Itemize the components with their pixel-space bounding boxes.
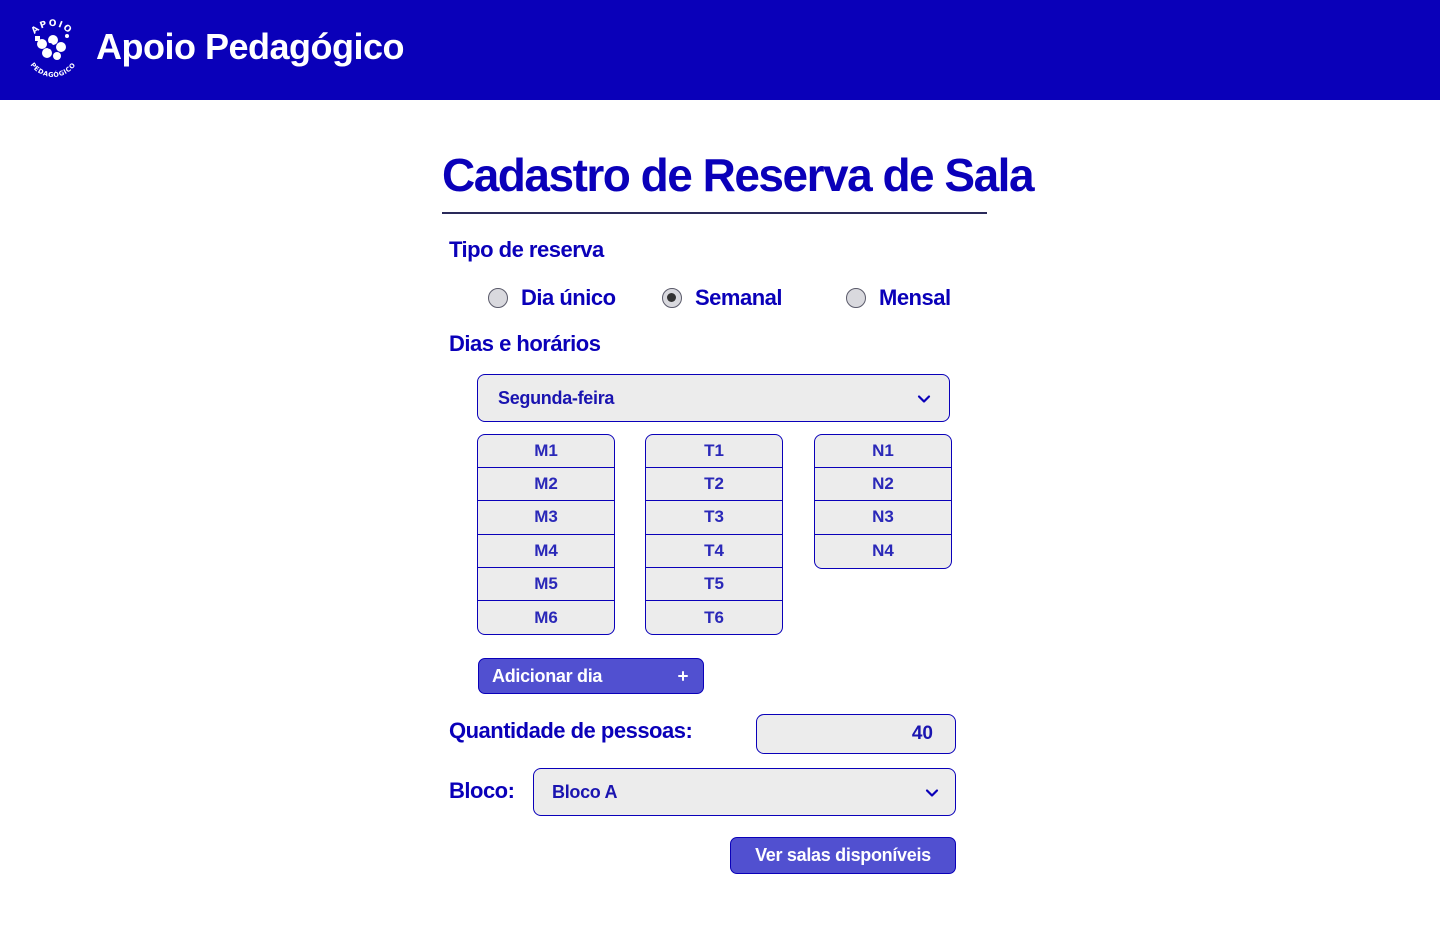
radio-dia-unico[interactable]: Dia único bbox=[488, 284, 616, 312]
slot-m6[interactable]: M6 bbox=[478, 601, 614, 634]
block-select-value: Bloco A bbox=[552, 781, 618, 802]
slot-t3[interactable]: T3 bbox=[646, 501, 782, 535]
block-label: Bloco: bbox=[449, 778, 515, 803]
people-count-label: Quantidade de pessoas: bbox=[449, 718, 693, 743]
view-available-rooms-button[interactable]: Ver salas disponíveis bbox=[730, 837, 956, 874]
slot-m2[interactable]: M2 bbox=[478, 468, 614, 502]
chevron-down-icon bbox=[917, 395, 931, 403]
slot-n4[interactable]: N4 bbox=[815, 535, 951, 568]
logo-text-bottom: PEDAGÓGICO bbox=[29, 61, 77, 78]
slot-t2[interactable]: T2 bbox=[646, 468, 782, 502]
add-day-button[interactable]: Adicionar dia bbox=[478, 658, 704, 694]
app-header: APOIO PEDAGÓGICO Apoio Pedagógico bbox=[0, 0, 1440, 100]
radio-label: Dia único bbox=[521, 285, 616, 310]
title-divider bbox=[442, 212, 987, 214]
radio-circle[interactable] bbox=[846, 288, 866, 308]
slot-t4[interactable]: T4 bbox=[646, 535, 782, 568]
slot-m4[interactable]: M4 bbox=[478, 535, 614, 568]
slot-t5[interactable]: T5 bbox=[646, 568, 782, 601]
day-select[interactable]: Segunda-feira bbox=[477, 374, 950, 422]
chevron-down-icon bbox=[925, 789, 939, 797]
plus-icon bbox=[678, 671, 688, 681]
app-title: Apoio Pedagógico bbox=[96, 26, 405, 67]
radio-label: Semanal bbox=[695, 285, 783, 310]
radio-label: Mensal bbox=[879, 285, 951, 310]
slot-t1[interactable]: T1 bbox=[646, 435, 782, 469]
block-select[interactable]: Bloco A bbox=[533, 768, 956, 816]
day-select-value: Segunda-feira bbox=[498, 387, 615, 408]
svg-text:PEDAGÓGICO: PEDAGÓGICO bbox=[29, 61, 78, 78]
slot-m1[interactable]: M1 bbox=[478, 435, 614, 469]
morning-slots: M1 M2 M3 M4 M5 M6 bbox=[477, 434, 615, 636]
apoio-pedagogico-logo: APOIO PEDAGÓGICO bbox=[29, 19, 78, 78]
slot-m5[interactable]: M5 bbox=[478, 568, 614, 601]
slot-n1[interactable]: N1 bbox=[815, 435, 951, 469]
afternoon-slots: T1 T2 T3 T4 T5 T6 bbox=[645, 434, 783, 636]
add-day-label: Adicionar dia bbox=[492, 665, 603, 686]
view-available-rooms-label: Ver salas disponíveis bbox=[755, 845, 931, 865]
radio-circle-selected[interactable] bbox=[662, 288, 682, 308]
logo-text-top: APOIO bbox=[30, 19, 73, 37]
night-slots: N1 N2 N3 N4 bbox=[814, 434, 952, 569]
svg-text:APOIO: APOIO bbox=[30, 19, 74, 37]
radio-circle[interactable] bbox=[488, 288, 508, 308]
radio-semanal[interactable]: Semanal bbox=[662, 284, 783, 312]
slot-t6[interactable]: T6 bbox=[646, 601, 782, 634]
slot-n3[interactable]: N3 bbox=[815, 501, 951, 535]
people-count-input[interactable]: 40 bbox=[756, 714, 956, 754]
reservation-type-label: Tipo de reserva bbox=[449, 237, 604, 262]
slot-m3[interactable]: M3 bbox=[478, 501, 614, 535]
page-title: Cadastro de Reserva de Sala bbox=[442, 149, 1035, 201]
schedule-label: Dias e horários bbox=[449, 331, 601, 356]
slot-n2[interactable]: N2 bbox=[815, 468, 951, 502]
radio-mensal[interactable]: Mensal bbox=[846, 284, 951, 312]
